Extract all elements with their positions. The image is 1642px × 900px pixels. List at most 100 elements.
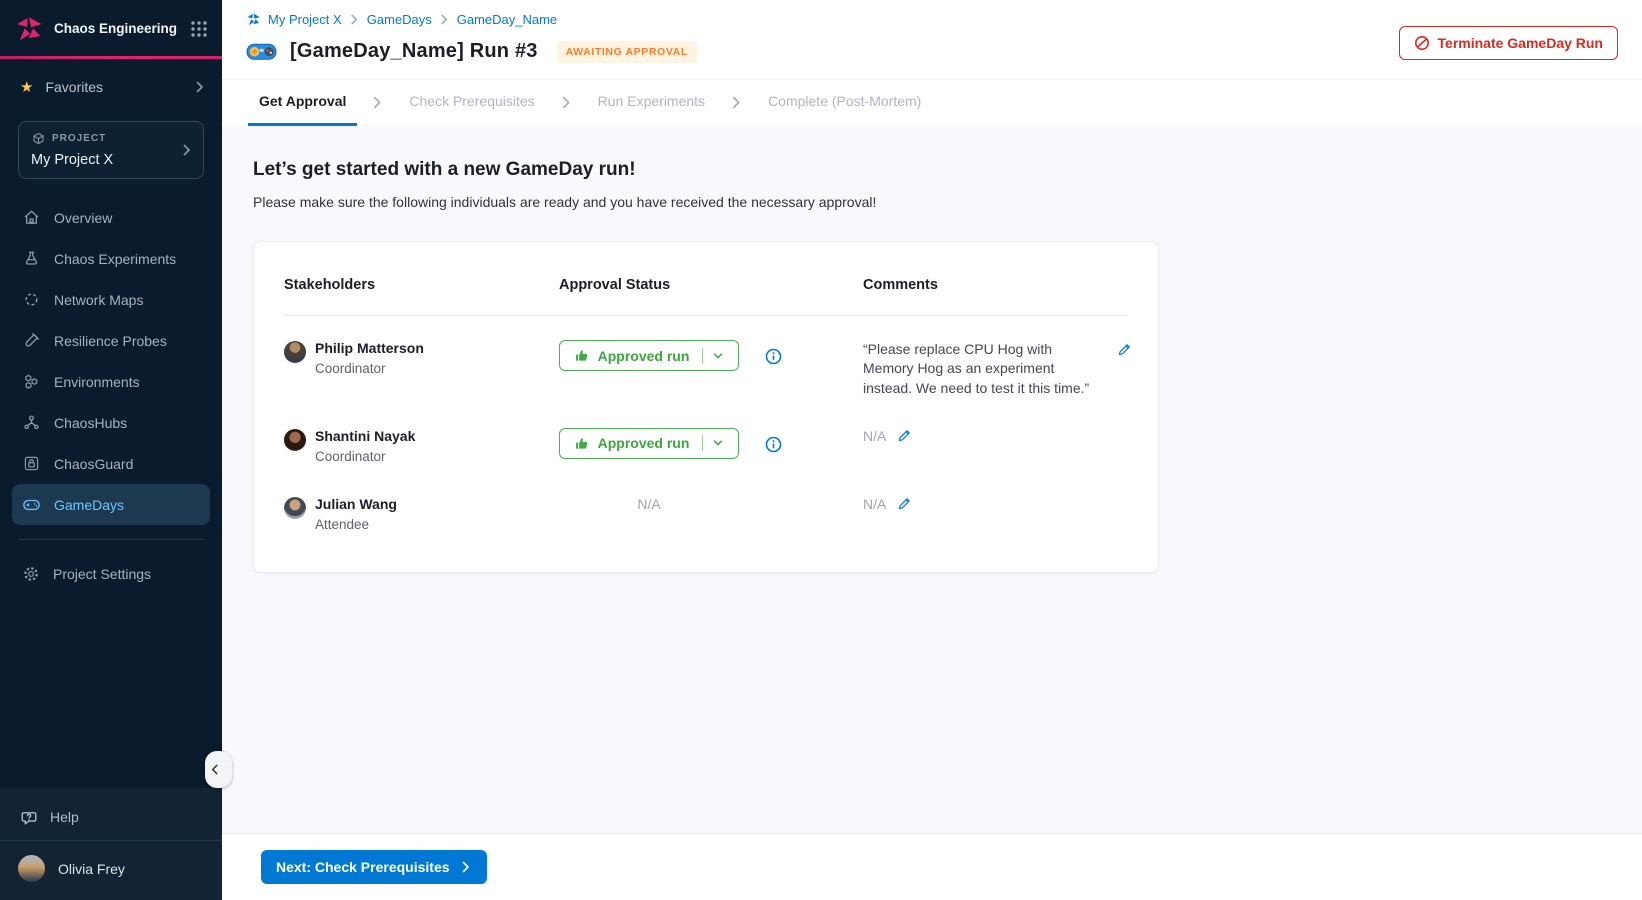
terminate-gameday-button[interactable]: Terminate GameDay Run: [1399, 26, 1618, 60]
network-circle-icon: [22, 290, 41, 309]
project-name: My Project X: [31, 152, 181, 168]
sidebar-item-environments[interactable]: Environments: [12, 361, 210, 402]
nav-label: ChaosGuard: [54, 456, 133, 472]
chevron-right-icon: [194, 81, 206, 93]
project-selector[interactable]: PROJECT My Project X: [18, 121, 204, 179]
sidebar-item-help[interactable]: Help: [0, 794, 222, 840]
app-title: Chaos Engineering: [54, 21, 180, 37]
help-chat-icon: [20, 808, 38, 826]
terminate-label: Terminate GameDay Run: [1438, 35, 1603, 51]
sidebar-item-project-settings[interactable]: Project Settings: [12, 554, 210, 594]
chevron-left-icon: [209, 764, 220, 775]
section-subheading: Please make sure the following individua…: [253, 194, 1618, 210]
stakeholder-cell: Shantini Nayak Coordinator: [284, 428, 559, 464]
edit-pencil-icon[interactable]: [897, 428, 912, 443]
nav-label: Environments: [54, 374, 140, 390]
next-check-prerequisites-button[interactable]: Next: Check Prerequisites: [261, 850, 487, 884]
tab-check-prerequisites[interactable]: Check Prerequisites: [398, 80, 545, 126]
stakeholders-card: Stakeholders Approval Status Comments Ph…: [253, 241, 1159, 573]
table-row: Shantini Nayak Coordinator Approved run: [284, 428, 1128, 464]
approval-status-dropdown[interactable]: Approved run: [559, 340, 739, 371]
stakeholder-name: Shantini Nayak: [315, 428, 415, 444]
app-window: Chaos Engineering ★ Favorites PROJECT My…: [0, 0, 1642, 900]
sidebar-divider: [18, 539, 204, 540]
user-menu[interactable]: Olivia Frey: [0, 840, 222, 900]
gear-icon: [22, 565, 40, 583]
sidebar-item-chaos-experiments[interactable]: Chaos Experiments: [12, 238, 210, 279]
chevron-right-icon: [730, 96, 743, 109]
stakeholder-role: Coordinator: [315, 361, 424, 376]
avatar: [284, 497, 306, 519]
chevron-right-icon: [349, 14, 360, 25]
approval-cell: N/A: [559, 496, 863, 512]
chevron-right-icon: [560, 96, 573, 109]
sidebar-item-network-maps[interactable]: Network Maps: [12, 279, 210, 320]
sidebar-item-overview[interactable]: Overview: [12, 197, 210, 238]
chevron-right-icon: [181, 144, 193, 156]
sidebar-item-chaosguard[interactable]: ChaosGuard: [12, 443, 210, 484]
stakeholder-cell: Philip Matterson Coordinator: [284, 340, 559, 376]
step-tabs: Get Approval Check Prerequisites Run Exp…: [222, 79, 1642, 125]
nav-label: Resilience Probes: [54, 333, 167, 349]
tab-run-experiments[interactable]: Run Experiments: [587, 80, 716, 126]
comment-cell: “Please replace CPU Hog with Memory Hog …: [863, 340, 1132, 398]
project-eyebrow: PROJECT: [52, 133, 106, 144]
grid-apps-icon[interactable]: [190, 20, 208, 38]
comment-cell: N/A: [863, 496, 1128, 512]
chevron-right-icon: [460, 861, 472, 873]
sidebar-footer: Help Olivia Frey: [0, 788, 222, 900]
content-area: Let’s get started with a new GameDay run…: [222, 125, 1642, 833]
star-icon: ★: [20, 80, 33, 95]
approval-value: Approved run: [598, 348, 690, 364]
sidebar-item-gamedays[interactable]: GameDays: [12, 484, 210, 525]
hub-icon: [22, 413, 41, 432]
sidebar-item-chaoshubs[interactable]: ChaosHubs: [12, 402, 210, 443]
approval-cell: Approved run: [559, 428, 863, 459]
edit-pencil-icon[interactable]: [897, 496, 912, 511]
favorites-label: Favorites: [45, 79, 103, 95]
breadcrumb-gameday-name[interactable]: GameDay_Name: [457, 12, 557, 27]
breadcrumb-project[interactable]: My Project X: [268, 12, 342, 27]
tab-get-approval[interactable]: Get Approval: [248, 80, 357, 126]
edit-pencil-icon[interactable]: [1117, 342, 1132, 357]
chevron-down-icon: [712, 350, 724, 362]
stakeholder-name: Julian Wang: [315, 496, 397, 512]
table-row: Julian Wang Attendee N/A N/A: [284, 496, 1128, 532]
flask-icon: [22, 249, 41, 268]
tab-complete-post-mortem[interactable]: Complete (Post-Mortem): [757, 80, 932, 126]
section-heading: Let’s get started with a new GameDay run…: [253, 159, 1618, 181]
cube-icon: [31, 131, 46, 146]
sidebar-item-favorites[interactable]: ★ Favorites: [0, 59, 222, 113]
info-icon[interactable]: [765, 348, 782, 365]
comment-cell: N/A: [863, 428, 1128, 444]
status-badge: AWAITING APPROVAL: [557, 41, 697, 63]
nav-label: ChaosHubs: [54, 415, 127, 431]
nav-label: GameDays: [54, 497, 124, 513]
stakeholder-cell: Julian Wang Attendee: [284, 496, 559, 532]
sidebar: Chaos Engineering ★ Favorites PROJECT My…: [0, 0, 222, 900]
gamepad-emoji-icon: [246, 41, 277, 62]
stakeholder-role: Coordinator: [315, 449, 415, 464]
avatar: [18, 855, 45, 882]
lock-square-icon: [22, 454, 41, 473]
comment-text: “Please replace CPU Hog with Memory Hog …: [863, 340, 1103, 398]
approval-value: Approved run: [598, 435, 690, 451]
sidebar-collapse-handle[interactable]: [205, 751, 232, 788]
page-title: [GameDay_Name] Run #3: [290, 40, 538, 63]
stakeholder-role: Attendee: [315, 517, 397, 532]
page-header: My Project X GameDays GameDay_Name [Game…: [222, 0, 1642, 125]
approval-status-dropdown[interactable]: Approved run: [559, 428, 739, 459]
user-name: Olivia Frey: [58, 861, 125, 877]
chaos-pinwheel-icon: [14, 14, 44, 44]
sidebar-header: Chaos Engineering: [0, 0, 222, 56]
harness-logo-icon: [246, 12, 261, 27]
info-icon[interactable]: [765, 436, 782, 453]
home-icon: [22, 208, 41, 227]
test-tube-icon: [22, 331, 41, 350]
nav-label: Overview: [54, 210, 112, 226]
table-divider: [284, 315, 1128, 316]
sidebar-nav: Overview Chaos Experiments Network Maps …: [0, 197, 222, 525]
breadcrumb-gamedays[interactable]: GameDays: [367, 12, 432, 27]
thumbs-up-icon: [574, 348, 589, 363]
sidebar-item-resilience-probes[interactable]: Resilience Probes: [12, 320, 210, 361]
